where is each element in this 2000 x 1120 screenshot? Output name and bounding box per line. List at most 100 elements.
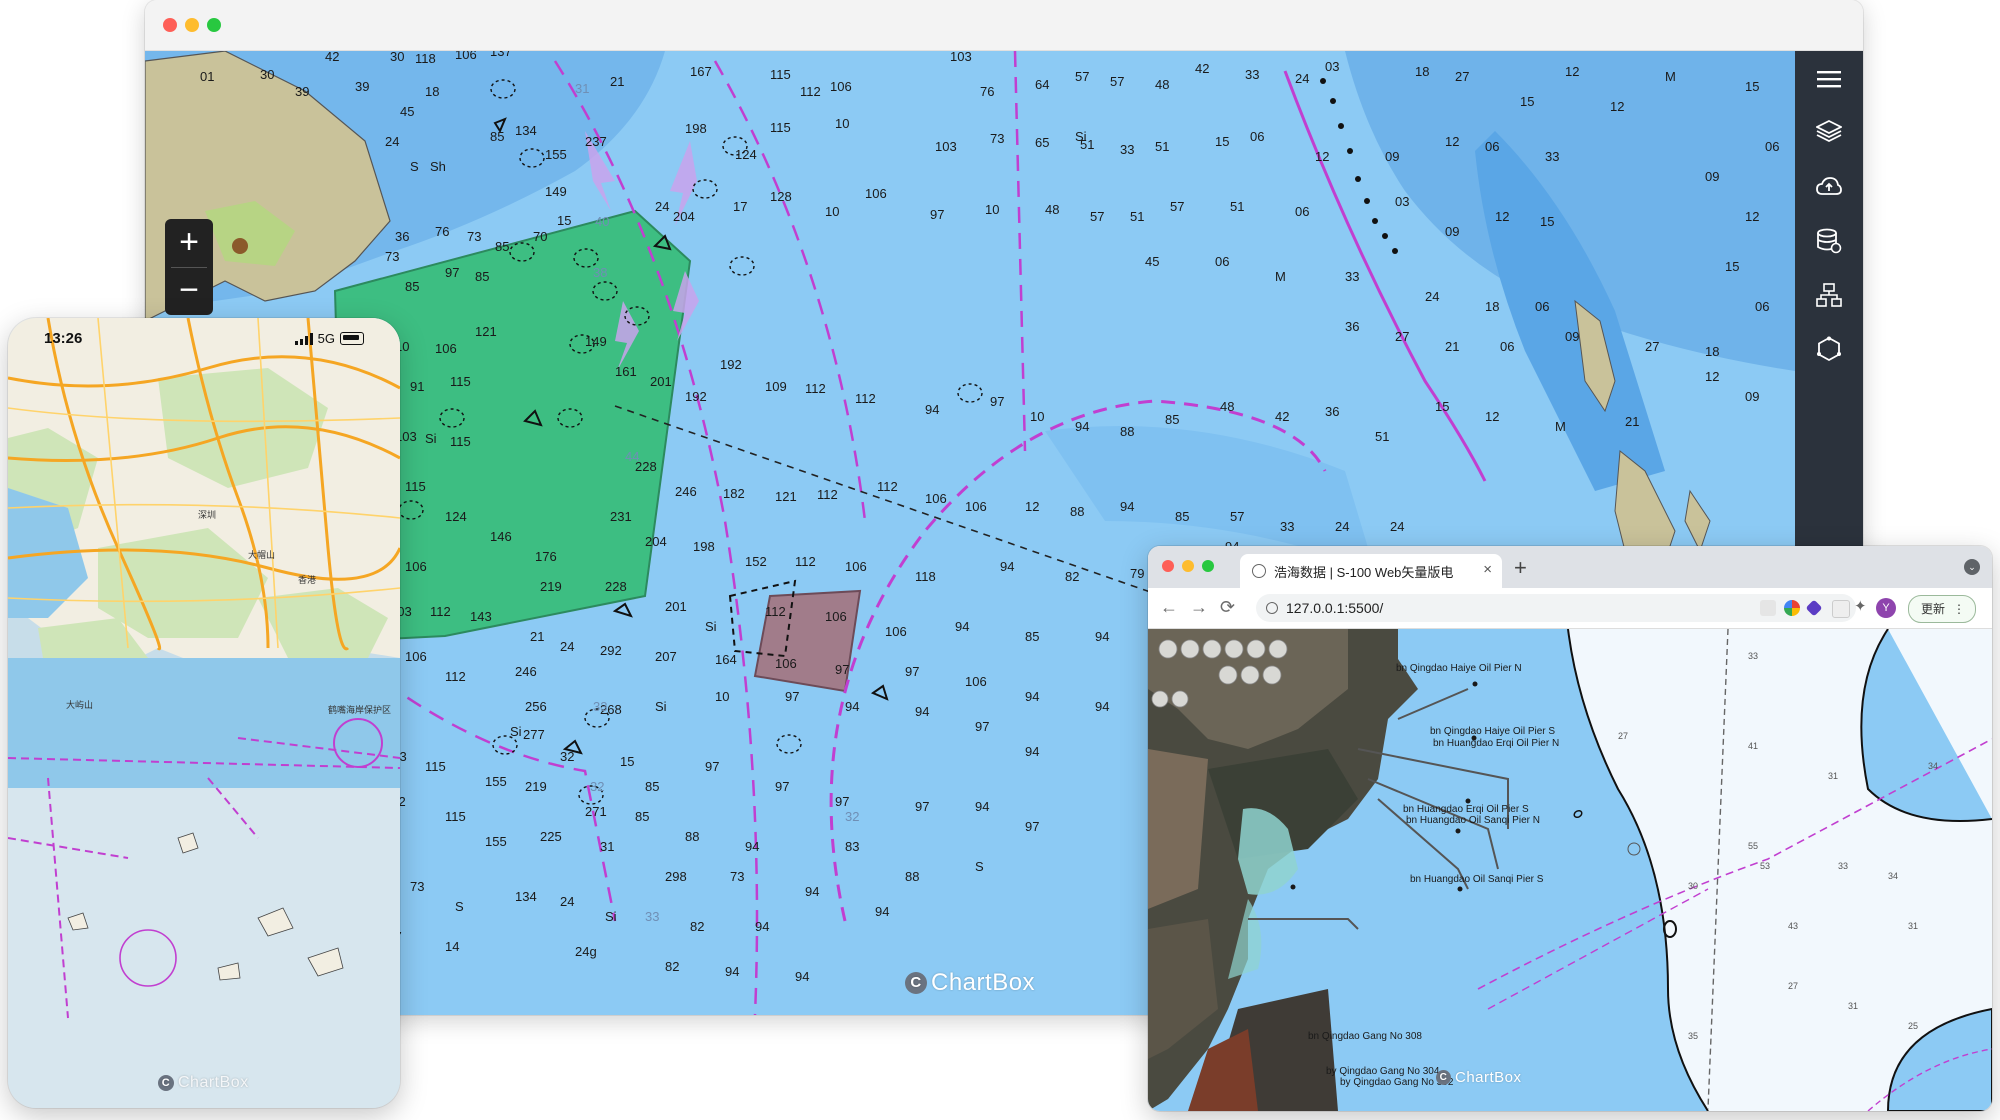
forward-button[interactable]: → [1190, 597, 1208, 618]
svg-text:201: 201 [665, 599, 687, 614]
svg-text:228: 228 [605, 579, 627, 594]
update-button[interactable]: 更新 ⋮ [1908, 595, 1976, 623]
svg-text:S: S [975, 859, 984, 874]
svg-text:106: 106 [435, 341, 457, 356]
pier-label-4: bn Huangdao Erqi Oil Pier S [1403, 804, 1529, 815]
new-tab-button[interactable]: + [1514, 555, 1527, 581]
database-settings-button[interactable] [1807, 219, 1851, 263]
browser-watermark: C ChartBox [1436, 1069, 1522, 1086]
maximize-window-button[interactable] [207, 18, 221, 32]
svg-text:70: 70 [533, 229, 547, 244]
maximize-browser-button[interactable] [1202, 560, 1214, 572]
svg-text:57: 57 [1170, 199, 1184, 214]
depth-10: 55 [1748, 841, 1758, 851]
tab-close-button[interactable]: × [1483, 561, 1492, 578]
svg-text:97: 97 [835, 662, 849, 677]
svg-text:256: 256 [525, 699, 547, 714]
svg-text:15: 15 [1745, 79, 1759, 94]
hexagon-button[interactable] [1807, 327, 1851, 371]
svg-text:85: 85 [495, 239, 509, 254]
back-button[interactable]: ← [1160, 597, 1178, 618]
svg-text:27: 27 [1395, 329, 1409, 344]
svg-text:128: 128 [770, 189, 792, 204]
svg-text:192: 192 [685, 389, 707, 404]
svg-text:33: 33 [1120, 142, 1134, 157]
svg-text:M: M [1555, 419, 1566, 434]
zoom-in-button[interactable]: + [165, 219, 213, 267]
svg-text:32: 32 [590, 779, 604, 794]
svg-text:Si: Si [655, 699, 667, 714]
svg-text:271: 271 [585, 804, 607, 819]
browser-tab[interactable]: 浩海数据 | S-100 Web矢量版电 × [1240, 554, 1502, 588]
svg-text:112: 112 [800, 84, 821, 99]
zoom-control: + − [165, 219, 213, 315]
svg-text:97: 97 [705, 759, 719, 774]
svg-text:09: 09 [1705, 169, 1719, 184]
svg-text:51: 51 [1130, 209, 1144, 224]
svg-text:85: 85 [645, 779, 659, 794]
network-button[interactable] [1807, 273, 1851, 317]
svg-text:204: 204 [645, 534, 667, 549]
svg-text:10: 10 [1030, 409, 1044, 424]
svg-text:103: 103 [935, 139, 957, 154]
svg-text:112: 112 [430, 604, 451, 619]
svg-text:94: 94 [975, 799, 989, 814]
svg-text:57: 57 [1075, 69, 1089, 84]
svg-text:106: 106 [865, 186, 887, 201]
svg-text:137: 137 [490, 51, 512, 59]
more-menu-icon[interactable]: ⋮ [1941, 596, 1965, 622]
color-extension-icon[interactable] [1784, 600, 1800, 616]
svg-text:94: 94 [1025, 689, 1039, 704]
phone-signal: 5G [294, 331, 364, 346]
s100-chart-map[interactable]: bn Qingdao Haiye Oil Pier N bn Qingdao H… [1148, 629, 1992, 1111]
depth-13: 31 [1848, 1001, 1858, 1011]
svg-text:57: 57 [1110, 74, 1124, 89]
chartbox-watermark: C ChartBox [905, 969, 1035, 997]
reload-button[interactable]: ⟳ [1220, 597, 1235, 618]
svg-text:12: 12 [1610, 99, 1624, 114]
zoom-out-button[interactable]: − [165, 267, 213, 315]
svg-text:48: 48 [1045, 202, 1059, 217]
cloud-upload-button[interactable] [1807, 165, 1851, 209]
minimize-window-button[interactable] [185, 18, 199, 32]
svg-text:15: 15 [1725, 259, 1739, 274]
svg-text:06: 06 [1295, 204, 1309, 219]
phone-device: 深圳 香港 大屿山 大帽山 鹤嘴海岸保护区 13:26 5G C ChartBo… [8, 318, 400, 1108]
chartbox-logo-icon: C [158, 1075, 174, 1091]
cloud-upload-icon [1816, 177, 1842, 195]
svg-text:27: 27 [1645, 339, 1659, 354]
svg-text:109: 109 [765, 379, 787, 394]
svg-text:94: 94 [1000, 559, 1014, 574]
svg-text:33: 33 [593, 699, 607, 714]
svg-text:51: 51 [1155, 139, 1169, 154]
menu-button[interactable] [1807, 57, 1851, 101]
svg-text:06: 06 [1535, 299, 1549, 314]
chartbox-watermark-text: ChartBox [931, 969, 1036, 996]
site-info-icon[interactable] [1266, 602, 1278, 614]
svg-text:32: 32 [560, 749, 574, 764]
svg-text:24: 24 [1425, 289, 1439, 304]
calendar-extension-icon[interactable] [1760, 600, 1776, 616]
svg-text:65: 65 [1035, 135, 1049, 150]
blank-extension-icon[interactable] [1832, 600, 1850, 618]
puzzle-extension-icon[interactable]: ✦ [1854, 597, 1870, 615]
depth-6: 33 [1838, 861, 1848, 871]
svg-text:15: 15 [557, 213, 571, 228]
profile-avatar[interactable]: Y [1876, 598, 1896, 618]
close-window-button[interactable] [163, 18, 177, 32]
svg-text:24: 24 [1295, 71, 1309, 86]
phone-status-bar: 13:26 5G [8, 318, 400, 362]
layers-button[interactable] [1807, 109, 1851, 153]
svg-text:12: 12 [1485, 409, 1499, 424]
minimize-browser-button[interactable] [1182, 560, 1194, 572]
tab-search-button[interactable]: ⌄ [1964, 559, 1980, 575]
close-browser-button[interactable] [1162, 560, 1174, 572]
pier-label-6: bn Huangdao Oil Sanqi Pier S [1410, 874, 1544, 885]
svg-text:12: 12 [1025, 499, 1039, 514]
svg-text:201: 201 [650, 374, 672, 389]
svg-text:155: 155 [485, 774, 507, 789]
svg-text:106: 106 [965, 499, 987, 514]
phone-map[interactable]: 深圳 香港 大屿山 大帽山 鹤嘴海岸保护区 [8, 318, 400, 1108]
browser-toolbar: ← → ⟳ 127.0.0.1:5500/ ✦ Y 更新 ⋮ [1148, 588, 1992, 629]
svg-text:85: 85 [475, 269, 489, 284]
